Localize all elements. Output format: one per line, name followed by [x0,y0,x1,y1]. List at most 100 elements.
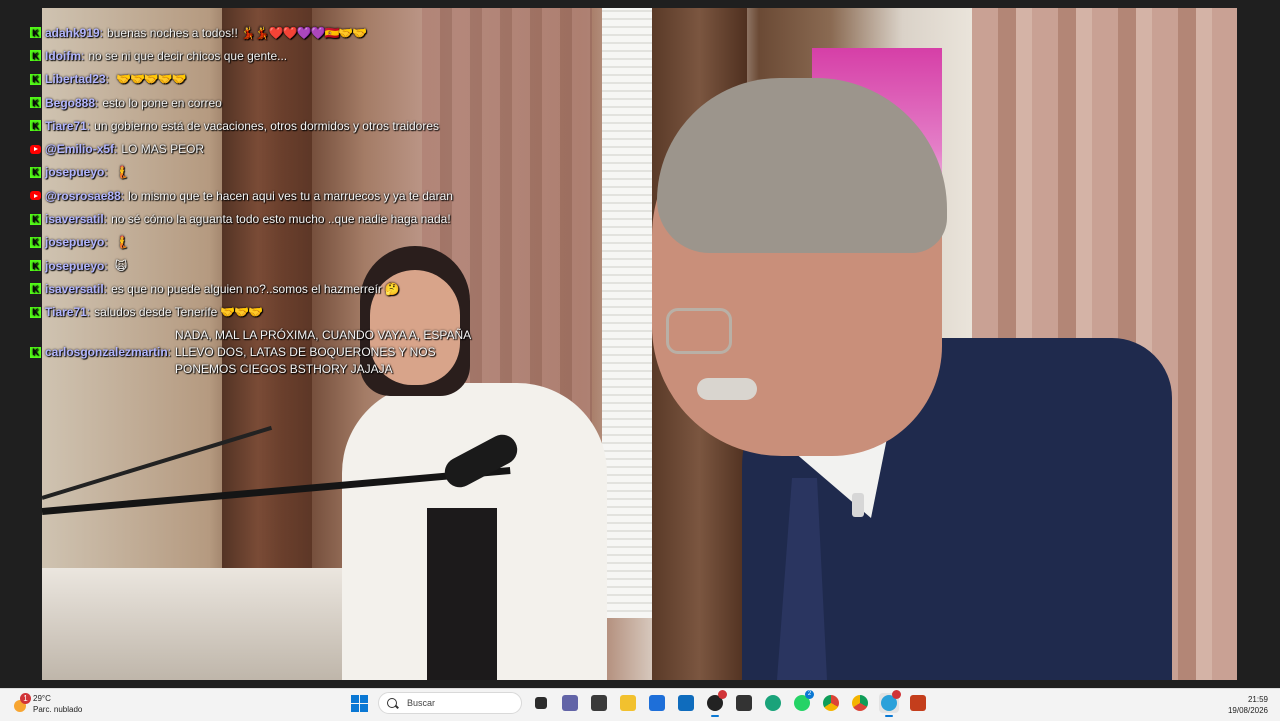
chat-text: no sé cómo la aguanta todo esto mucho ..… [111,212,451,227]
lapel-pin [852,493,864,517]
kick-icon: K [30,306,41,318]
lectern [42,568,372,680]
windows-logo-icon [350,694,368,712]
cube-app-button[interactable] [734,693,754,713]
whatsapp-badge: 2 [805,690,814,699]
weather-desc: Parc. nublado [33,705,83,714]
powerpoint-button[interactable] [908,693,928,713]
kick-icon: K [30,120,41,132]
folder-icon [620,695,636,711]
chat-username: Tiare71 [45,305,87,320]
woman-top [427,508,497,680]
chat-username: Idoifm [45,48,81,63]
kick-icon: K [30,213,41,225]
chat-message: K isaversatil: no sé cómo la aguanta tod… [30,207,480,230]
chat-text: lo mismo que te hacen aqui ves tu a marr… [128,188,453,203]
chat-text: no se ni que decir chicos que gente... [88,48,288,63]
chat-emotes: 🧜 [114,165,130,180]
kick-icon: K [30,97,41,109]
chat-message: K Idoifm: no se ni que decir chicos que … [30,44,480,67]
chat-username: josepueyo [45,165,105,180]
taskbar: 1 29°C Parc. nublado Buscar 2 21:59 19/0… [0,688,1280,721]
shield-icon [591,695,607,711]
teams-button[interactable] [560,693,580,713]
store-button[interactable] [647,693,667,713]
task-view-icon [535,697,547,709]
obs-button[interactable] [705,690,727,717]
teams-icon [562,695,578,711]
clock-date: 19/08/2026 [1227,706,1268,715]
chat-username: @Emilio-x5f [45,142,115,157]
outlook-button[interactable] [676,693,696,713]
chat-emotes: 💃💃❤️❤️💜💜🇪🇸🤝🤝 [240,25,367,40]
chat-username: carlosgonzalezmartin [45,344,168,359]
file-explorer-button[interactable] [618,693,638,713]
taskbar-search[interactable]: Buscar [378,692,522,714]
man-mustache [697,378,757,400]
shield-app-button[interactable] [589,693,609,713]
chat-message: K josepueyo: 🧜 [30,161,480,184]
chat-overlay: K adahk919: buenas noches a todos!! 💃💃❤️… [30,21,480,378]
chrome-button[interactable] [821,693,841,713]
edge-button[interactable] [763,693,783,713]
chat-emotes: 🤔 [384,281,400,296]
mail-icon [678,695,694,711]
weather-badge: 1 [20,693,31,704]
chrome-icon [852,695,868,711]
weather-temp: 29°C [33,694,51,703]
chrome-profile-button[interactable] [850,693,870,713]
man-glasses [666,308,732,354]
weather-widget[interactable]: 1 29°C Parc. nublado [12,693,82,715]
whatsapp-button[interactable]: 2 [792,690,814,713]
chat-message: K Libertad23: 🤝🤝🤝🤝🤝 [30,68,480,91]
kick-icon: K [30,27,41,39]
telegram-button[interactable] [879,690,901,717]
kick-icon: K [30,283,41,295]
kick-icon: K [30,73,41,85]
chat-username: adahk919 [45,25,100,40]
chat-message: K josepueyo: 🧜 [30,231,480,254]
chat-username: isaversatil [45,212,104,227]
kick-icon: K [30,260,41,272]
chat-message: K Tiare71: saludos desde Tenerife 🤝🤝🤝 [30,301,480,324]
chat-username: Bego888 [45,95,96,110]
taskbar-center: Buscar 2 [349,690,928,717]
cube-icon [736,695,752,711]
chat-message: K adahk919: buenas noches a todos!! 💃💃❤️… [30,21,480,44]
chat-username: josepueyo [45,235,105,250]
chat-message: @Emilio-x5f: LO MAS PEOR [30,137,480,160]
chat-username: isaversatil [45,281,104,296]
chat-emotes: 🙀 [114,258,127,273]
chat-emotes: 🤝🤝🤝🤝🤝 [116,72,187,87]
system-clock[interactable]: 21:59 19/08/2026 [1228,694,1268,716]
chat-message: K Tiare71: un gobierno está de vacacione… [30,114,480,137]
chat-text: es que no puede alguien no?..somos el ha… [111,281,382,296]
powerpoint-icon [910,695,926,711]
chat-message: K Bego888: esto lo pone en correo [30,91,480,114]
clock-time: 21:59 [1247,695,1268,704]
chat-emotes: 🧜 [114,235,130,250]
chat-username: josepueyo [45,258,105,273]
search-icon [387,698,397,708]
chat-message: K isaversatil: es que no puede alguien n… [30,277,480,300]
chat-username: @rosrosae88 [45,188,121,203]
youtube-icon [30,144,41,154]
chat-message: K carlosgonzalezmartin: NADA, MAL LA PRÓ… [30,324,480,378]
chat-message: K josepueyo: 🙀 [30,254,480,277]
task-view-button[interactable] [531,693,551,713]
telegram-badge [892,690,901,699]
kick-icon: K [30,166,41,178]
kick-icon: K [30,346,41,358]
weather-icon: 1 [12,693,31,713]
kick-icon: K [30,50,41,62]
chrome-icon [823,695,839,711]
youtube-icon [30,191,41,201]
chat-text: buenas noches a todos!! [107,25,238,40]
notification-dot [718,690,727,699]
edge-icon [765,695,781,711]
chat-message: @rosrosae88: lo mismo que te hacen aqui … [30,184,480,207]
chat-text: NADA, MAL LA PRÓXIMA, CUANDO VAYA A, ESP… [175,327,471,376]
start-button[interactable] [349,693,369,713]
chat-username: Libertad23 [45,72,106,87]
store-icon [649,695,665,711]
